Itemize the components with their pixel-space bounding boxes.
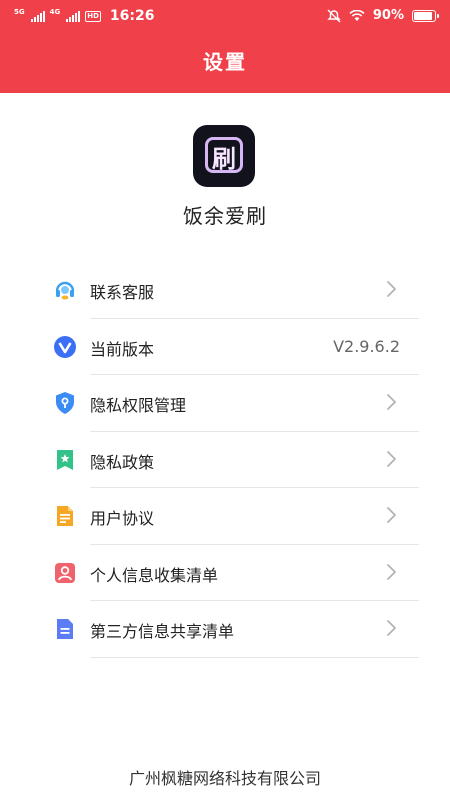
chevron-right-icon [384,618,398,638]
menu-item-label: 联系客服 [90,283,155,302]
privacy-shield-icon [53,391,77,415]
customer-service-icon [53,278,77,302]
menu-item-personal-info[interactable]: 个人信息收集清单 [0,545,450,601]
header-bar: 5G 4G HD 16:26 90% 设置 [0,0,450,93]
menu-item-label: 用户协议 [90,509,155,528]
sim2-label: 4G [49,8,61,16]
menu-item-customer-service[interactable]: 联系客服 [0,262,450,319]
company-name: 广州枫糖网络科技有限公司 [128,769,321,788]
logo-glyph: 刷 [212,145,236,173]
menu-item-label: 隐私权限管理 [90,396,187,415]
privacy-policy-icon [53,448,77,472]
menu-item-label: 当前版本 [90,339,155,359]
menu-item-user-agreement[interactable]: 用户协议 [0,488,450,545]
chevron-right-icon [384,392,398,412]
menu-item-privacy-policy[interactable]: 隐私政策 [0,432,450,488]
battery-fill [414,11,432,20]
battery-percent: 90% [372,8,404,23]
version-icon [53,335,77,359]
menu-item-label: 第三方信息共享清单 [90,622,235,641]
menu-item-label: 个人信息收集清单 [90,565,219,585]
version-value: V2.9.6.2 [333,336,400,356]
chevron-right-icon [384,279,398,299]
menu-item-label: 隐私政策 [90,452,155,472]
personal-info-icon [53,561,77,585]
chevron-right-icon [384,505,398,525]
third-party-share-icon [53,617,77,641]
signal-icon [30,10,45,22]
status-bar: 5G 4G HD 16:26 90% [0,0,450,32]
status-time: 16:26 [109,8,155,24]
chevron-right-icon [384,449,398,469]
chevron-right-icon [384,562,398,582]
wifi-icon [349,9,365,21]
app-logo: 刷 [193,125,255,187]
app-name: 饭余爱刷 [183,204,267,228]
menu-item-version[interactable]: 当前版本 V2.9.6.2 [0,319,450,375]
mute-icon [327,9,341,22]
user-agreement-icon [53,504,77,528]
sim1-label: 5G [14,8,25,16]
page-title: 设置 [203,50,247,74]
settings-menu: 联系客服当前版本 V2.9.6.2 隐私权限管理 隐私政策用户协议个人信息收集清单 第三… [0,262,450,658]
battery-icon [412,9,439,22]
hd-badge: HD [85,10,101,22]
divider [90,656,419,658]
menu-item-third-party-share[interactable]: 第三方信息共享清单 [0,601,450,658]
signal-icon [66,10,81,22]
menu-item-privacy-shield[interactable]: 隐私权限管理 [0,375,450,432]
